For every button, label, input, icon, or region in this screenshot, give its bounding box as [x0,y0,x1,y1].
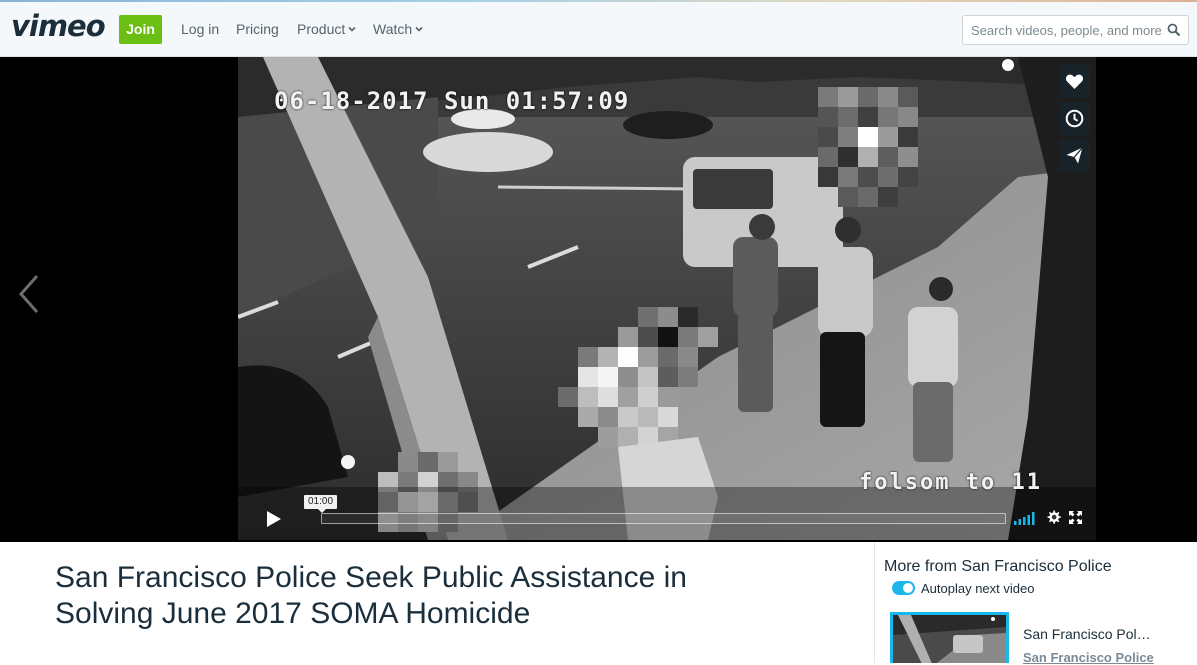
chevron-down-icon [415,26,423,32]
gear-icon[interactable] [1046,510,1061,525]
heart-icon [1065,74,1084,89]
autoplay-label: Autoplay next video [921,581,1035,596]
watch-menu[interactable]: Watch [373,21,423,37]
progress-bar[interactable] [321,513,1006,524]
player-controls: 01:00 [238,495,1096,540]
next-video-thumbnail[interactable] [890,612,1009,663]
send-icon [1066,147,1083,164]
top-navigation-bar: vimeo Join Log in Pricing Product Watch [0,0,1197,57]
play-icon[interactable] [252,504,294,534]
player-stage: 06-18-2017 Sun 01:57:09 folsom to 11 01:… [0,57,1197,542]
share-button[interactable] [1059,139,1090,172]
next-video-title[interactable]: San Francisco Pol… [1023,626,1163,642]
video-frame [238,57,1096,540]
camera-location-overlay: folsom to 11 [859,470,1042,495]
search-box[interactable] [962,15,1189,45]
video-timestamp-overlay: 06-18-2017 Sun 01:57:09 [274,87,630,115]
chevron-down-icon [348,26,356,32]
search-input[interactable] [971,22,1161,39]
more-from-heading[interactable]: More from San Francisco Police [884,558,1112,576]
pricing-link[interactable]: Pricing [236,21,279,37]
video-title: San Francisco Police Seek Public Assista… [55,561,687,630]
column-divider [874,542,875,663]
next-video-thumbnail-image [893,615,1006,663]
time-tooltip: 01:00 [304,495,338,513]
watch-menu-label: Watch [373,21,413,37]
watch-later-button[interactable] [1059,102,1090,135]
previous-video-arrow-icon[interactable] [17,274,41,314]
autoplay-toggle[interactable] [892,581,915,595]
join-button[interactable]: Join [119,15,162,44]
login-link[interactable]: Log in [181,21,219,37]
video-player[interactable]: 06-18-2017 Sun 01:57:09 folsom to 11 01:… [238,57,1096,540]
fullscreen-icon[interactable] [1069,511,1082,524]
vimeo-logo[interactable]: vimeo [11,9,106,43]
clock-icon [1065,109,1084,128]
product-menu-label: Product [297,21,346,37]
like-button[interactable] [1059,65,1090,98]
search-icon[interactable] [1167,23,1181,37]
product-menu[interactable]: Product [297,21,356,37]
volume-icon[interactable] [1014,511,1038,525]
